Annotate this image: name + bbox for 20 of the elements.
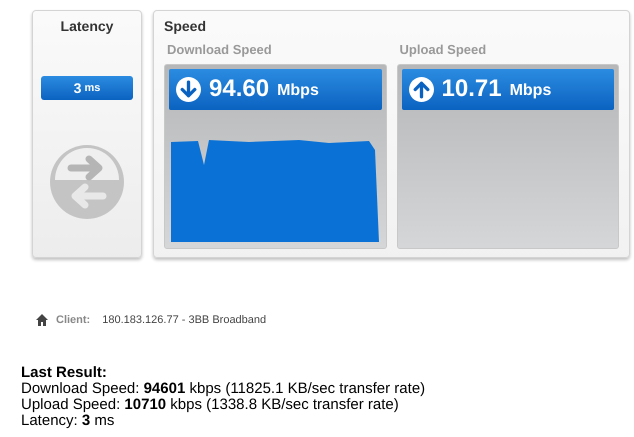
upload-icon bbox=[408, 76, 434, 102]
client-label: Client: bbox=[56, 313, 90, 328]
result-line: Latency: 3 ms bbox=[21, 412, 114, 428]
panel-title: Speed bbox=[164, 17, 208, 36]
speed-value: 10.71 bbox=[442, 74, 502, 104]
speed-value: 94.60 bbox=[209, 74, 270, 104]
meter-label: Upload Speed bbox=[400, 41, 488, 59]
result-line: Upload Speed: 10710 kbps (1338.8 KB/sec transfer rate) bbox=[21, 396, 399, 412]
result-line: Download Speed: 94601 kbps (11825.1 KB/sec transfer rate) bbox=[21, 380, 426, 396]
latency-value: 3 bbox=[74, 78, 82, 98]
panel-title: Latency bbox=[60, 17, 114, 36]
ping-icon bbox=[49, 144, 125, 220]
client-address: 180.183.126.77 - 3BB Broadband bbox=[102, 313, 266, 328]
result-heading: Last Result: bbox=[21, 364, 108, 380]
meter-label: Download Speed bbox=[167, 41, 273, 59]
latency-unit: ms bbox=[84, 80, 100, 96]
download-icon bbox=[176, 76, 201, 102]
home-icon bbox=[36, 314, 48, 326]
speed-unit: Mbps bbox=[510, 81, 552, 101]
speed-unit: Mbps bbox=[277, 81, 319, 101]
